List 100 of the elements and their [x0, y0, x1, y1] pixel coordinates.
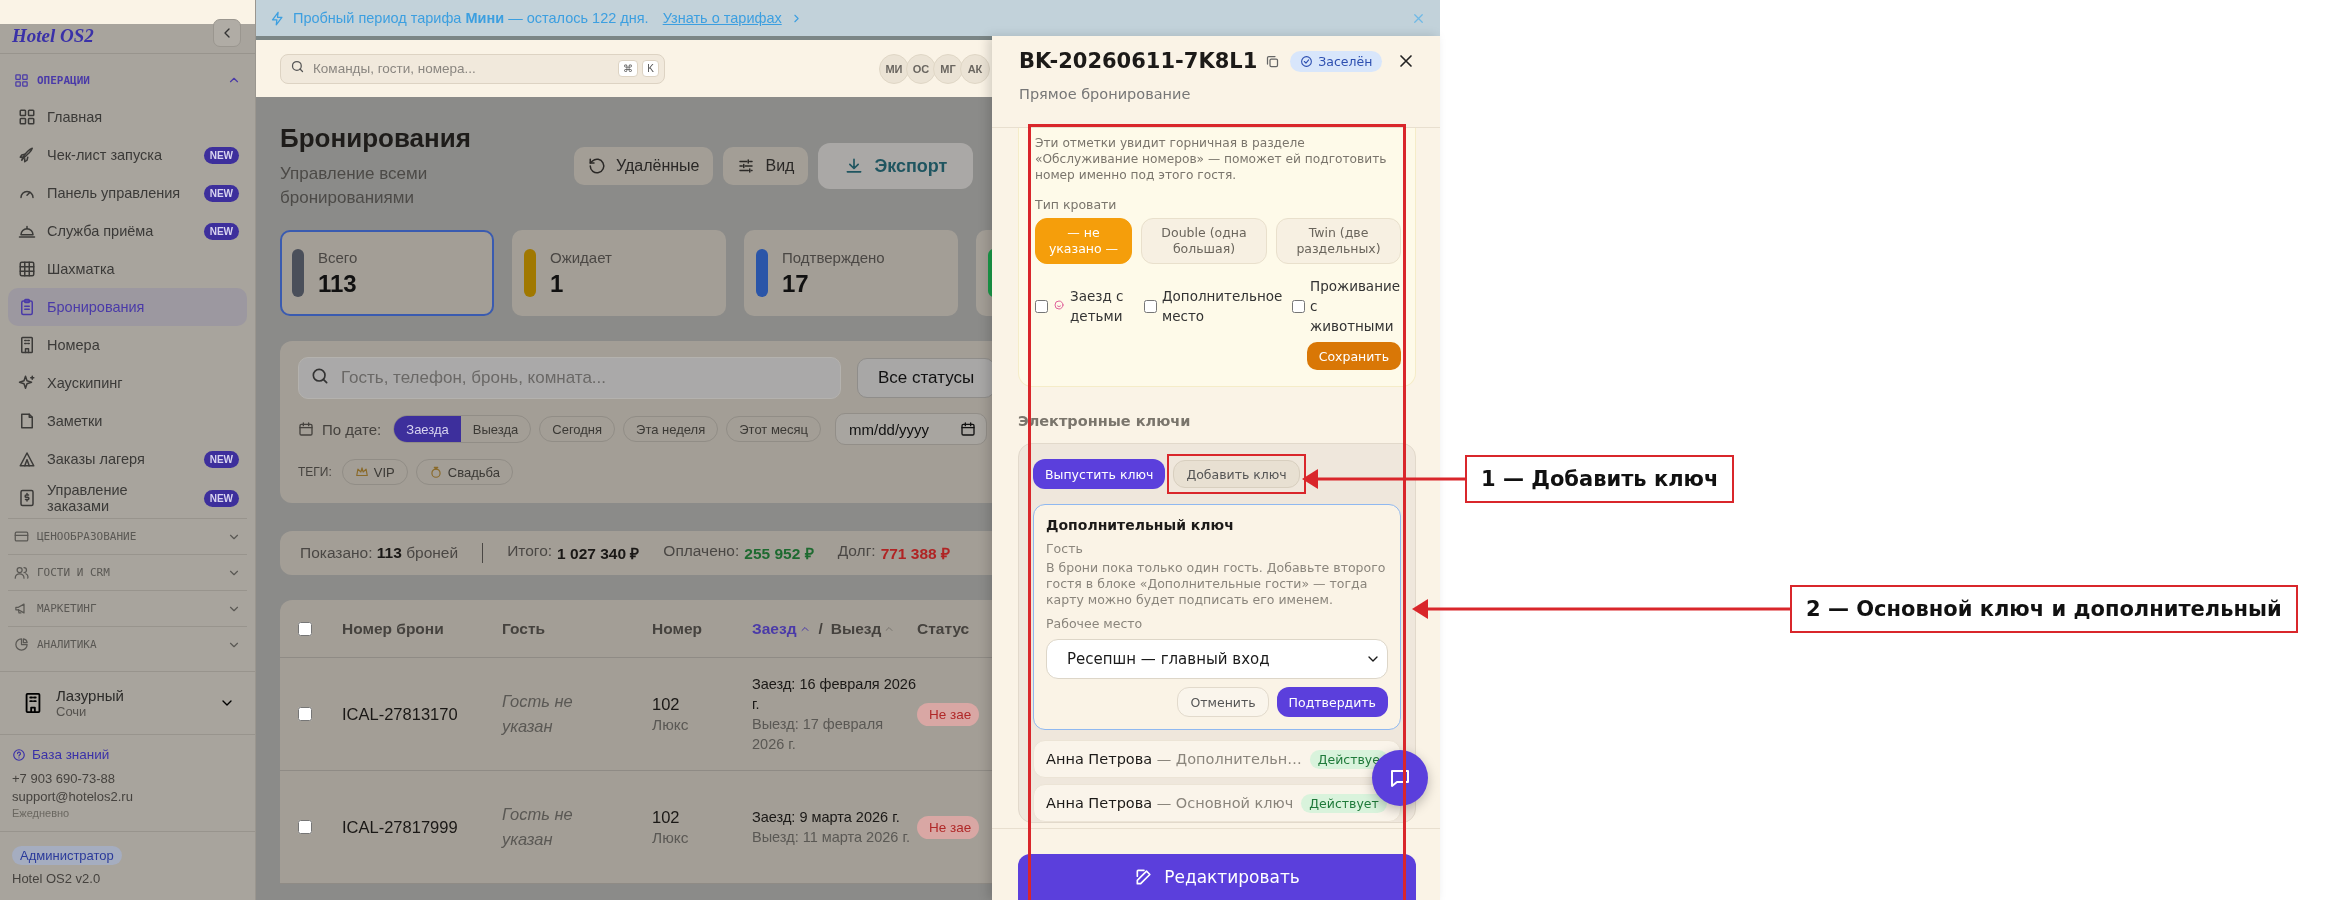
stat-card[interactable]: Ожидает 1	[512, 230, 726, 316]
check-out-date: Выезд: 11 марта 2026 г.	[752, 828, 911, 847]
section-header[interactable]: АНАЛИТИКА	[8, 626, 247, 662]
support-phone: +7 903 690-73-88	[12, 771, 116, 786]
smile-icon	[1053, 299, 1065, 311]
row-checkbox[interactable]	[298, 820, 312, 834]
page-title: Бронирования	[280, 123, 472, 154]
search-icon	[310, 366, 330, 386]
guest-name: Гость не указан	[502, 804, 574, 850]
receipt-icon	[18, 489, 36, 507]
option-checkbox[interactable]	[1292, 299, 1305, 313]
room-type: Люкс	[652, 715, 690, 734]
key-row[interactable]: Анна Петрова — Основной ключ Действует	[1033, 784, 1401, 822]
sort-header[interactable]: Заезд	[752, 619, 811, 638]
booking-number: ICAL-27813170	[342, 704, 459, 724]
key-holder: Анна Петрова	[1046, 795, 1153, 811]
check-in-date: Заезд: 9 марта 2026 г.	[752, 808, 901, 827]
option-checkbox[interactable]	[1035, 299, 1048, 313]
date-mode-toggle[interactable]: Выезда	[460, 416, 531, 442]
sparkle-icon	[18, 374, 36, 392]
sidebar-item[interactable]: Служба приёма NEW	[8, 212, 247, 250]
key-holder: Анна Петрова	[1046, 751, 1153, 767]
pie-chart-icon	[14, 637, 29, 652]
total-value: 255 952 ₽	[744, 544, 814, 564]
total-label: Долг:	[837, 542, 876, 561]
user-avatar[interactable]: МГ	[933, 53, 963, 84]
issue-key-button[interactable]: Выпустить ключ	[1033, 459, 1166, 489]
trial-banner-text: Пробный период тарифа Мини — осталось 122 дня.	[293, 10, 649, 26]
room-number: 102	[652, 694, 681, 714]
key-row[interactable]: Анна Петрова — Дополнительн… Действуе	[1033, 740, 1401, 778]
section-header[interactable]: ГОСТИ И CRM	[8, 554, 247, 590]
workplace-select[interactable]: Ресепшн — главный вход	[1046, 639, 1388, 679]
export-button[interactable]: Экспорт	[818, 143, 974, 189]
check-circle-icon	[1300, 54, 1314, 68]
cancel-button[interactable]: Отменить	[1177, 687, 1269, 717]
user-avatar[interactable]: АК	[960, 53, 990, 84]
add-key-button[interactable]: Добавить ключ	[1173, 460, 1300, 488]
date-field[interactable]: mm/dd/yyyy	[835, 413, 988, 445]
stat-card[interactable]: Всего 113	[280, 230, 494, 316]
edit-button[interactable]: Редактировать	[1018, 854, 1416, 900]
confirm-button[interactable]: Подтвердить	[1276, 687, 1388, 717]
sidebar-item[interactable]: Чек-лист запуска NEW	[8, 136, 247, 174]
sidebar-item[interactable]: Заметки	[8, 402, 247, 440]
user-avatar[interactable]: ОС	[906, 53, 936, 84]
stat-label: Всего	[318, 248, 358, 266]
sidebar-item[interactable]: Панель управления NEW	[8, 174, 247, 212]
column-header: Номер	[652, 619, 703, 638]
sidebar-item[interactable]: Хаускипинг	[8, 364, 247, 402]
new-badge: NEW	[203, 146, 239, 164]
column-header: Статус	[917, 619, 971, 638]
callout-label: 2 — Основной ключ и дополнительный	[1790, 585, 2298, 633]
property-switcher[interactable]: Лазурный Сочи	[0, 671, 255, 735]
column-header: Номер брони	[342, 619, 445, 638]
role-badge: Администратор	[12, 846, 122, 865]
section-header[interactable]: МАРКЕТИНГ	[8, 590, 247, 626]
section-header[interactable]: ЦЕНООБРАЗОВАНИЕ	[8, 518, 247, 554]
total-value: 1 027 340 ₽	[557, 544, 640, 564]
stat-card[interactable]: Подтверждено 17	[744, 230, 958, 316]
sidebar-item[interactable]: Главная	[8, 98, 247, 136]
toolbar-button[interactable]: Вид	[723, 147, 809, 185]
support-hours: Ежедневно	[12, 807, 71, 819]
toolbar-button[interactable]: Удалённые	[574, 147, 714, 185]
user-avatar[interactable]: МИ	[879, 53, 909, 84]
row-checkbox[interactable]	[298, 707, 312, 721]
sidebar-item[interactable]: Шахматка	[8, 250, 247, 288]
bed-type-option[interactable]: Double (одна большая)	[1141, 218, 1267, 264]
key-status-badge: Действуе	[1309, 749, 1388, 769]
status-dropdown[interactable]: Все статусы	[857, 358, 992, 398]
booking-number: ICAL-27817999	[342, 817, 459, 837]
bed-type-option[interactable]: Twin (две раздельных)	[1276, 218, 1401, 264]
collapse-button[interactable]	[213, 19, 241, 47]
undo-icon	[588, 157, 606, 175]
total-label: Оплачено:	[663, 542, 740, 561]
field-label: Гость	[1046, 541, 1084, 556]
sidebar-item[interactable]: Номера	[8, 326, 247, 364]
callout-label: 1 — Добавить ключ	[1465, 455, 1735, 503]
section-header[interactable]: ОПЕРАЦИИ	[8, 62, 247, 98]
save-button[interactable]: Сохранить	[1306, 342, 1401, 370]
sidebar-item[interactable]: Заказы лагеря NEW	[8, 440, 247, 478]
sidebar-item[interactable]: Управление заказами NEW	[8, 478, 247, 518]
new-badge: NEW	[203, 184, 239, 202]
lightning-icon	[270, 10, 285, 26]
sidebar-item[interactable]: Бронирования	[8, 288, 247, 326]
guest-name: Гость не указан	[502, 691, 574, 737]
calendar-icon	[960, 421, 977, 437]
option-checkbox[interactable]	[1144, 299, 1157, 313]
grid-icon	[18, 108, 36, 126]
room-type: Люкс	[652, 828, 690, 847]
stat-label: Подтверждено	[782, 248, 885, 266]
knowledge-base-link[interactable]: База знаний	[12, 747, 243, 762]
copy-button[interactable]	[1265, 53, 1281, 69]
tent-icon	[18, 450, 36, 468]
status-badge: Не зае	[917, 702, 980, 726]
date-mode-toggle[interactable]: Заезда	[394, 416, 461, 442]
clipboard-icon	[18, 298, 36, 316]
sort-header[interactable]: Выезд	[830, 619, 896, 638]
select-all-checkbox[interactable]	[298, 621, 312, 636]
check-in-date: Заезд: 16 февраля 2026 г.	[752, 675, 917, 714]
booking-search-field[interactable]: Гость, телефон, бронь, комната...	[298, 357, 841, 399]
logo[interactable]: Hotel OS2	[12, 25, 94, 47]
